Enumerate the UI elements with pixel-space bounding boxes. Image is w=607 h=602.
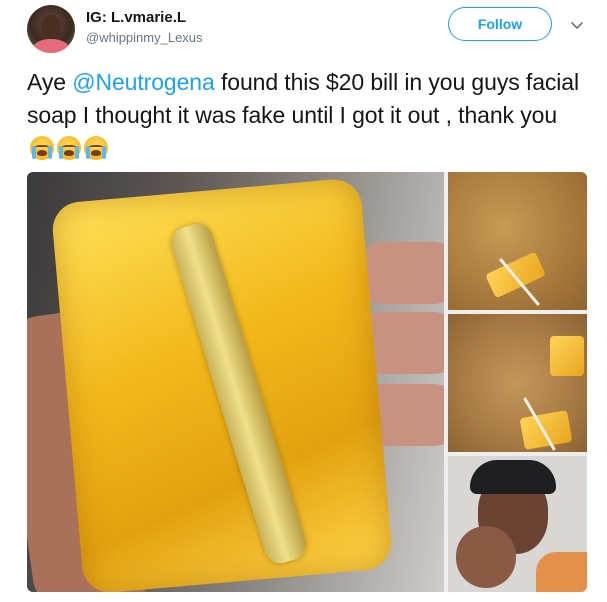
mention-link[interactable]: @Neutrogena xyxy=(72,69,215,95)
chevron-down-icon[interactable] xyxy=(570,18,584,32)
photo-person-crying[interactable] xyxy=(448,456,587,592)
avatar-shirt xyxy=(33,39,69,53)
photo-soap-cut-2[interactable] xyxy=(448,314,587,452)
soap-bar xyxy=(50,177,394,592)
soap-piece xyxy=(550,336,584,376)
avatar-face xyxy=(41,15,61,39)
loudly-crying-face-icon xyxy=(84,136,108,160)
rolled-bill xyxy=(167,220,310,568)
tweet-text: Aye @Neutrogena found this $20 bill in y… xyxy=(27,66,587,165)
photo-soap-with-bill[interactable] xyxy=(27,172,444,592)
media-grid xyxy=(27,172,587,592)
photo-soap-cut-1[interactable] xyxy=(448,172,587,310)
tweet-text-start: Aye xyxy=(27,69,73,95)
user-handle[interactable]: @whippinmy_Lexus xyxy=(86,30,203,45)
person-shirt xyxy=(536,552,587,592)
display-name[interactable]: IG: L.vmarie.L xyxy=(86,9,186,26)
soap-piece xyxy=(519,410,573,450)
person-cap xyxy=(470,460,556,494)
avatar[interactable] xyxy=(27,5,75,53)
follow-button[interactable]: Follow xyxy=(448,7,552,41)
person-hand xyxy=(456,526,516,588)
tweet-header: IG: L.vmarie.L @whippinmy_Lexus Follow xyxy=(0,0,607,60)
loudly-crying-face-icon xyxy=(30,136,54,160)
loudly-crying-face-icon xyxy=(57,136,81,160)
